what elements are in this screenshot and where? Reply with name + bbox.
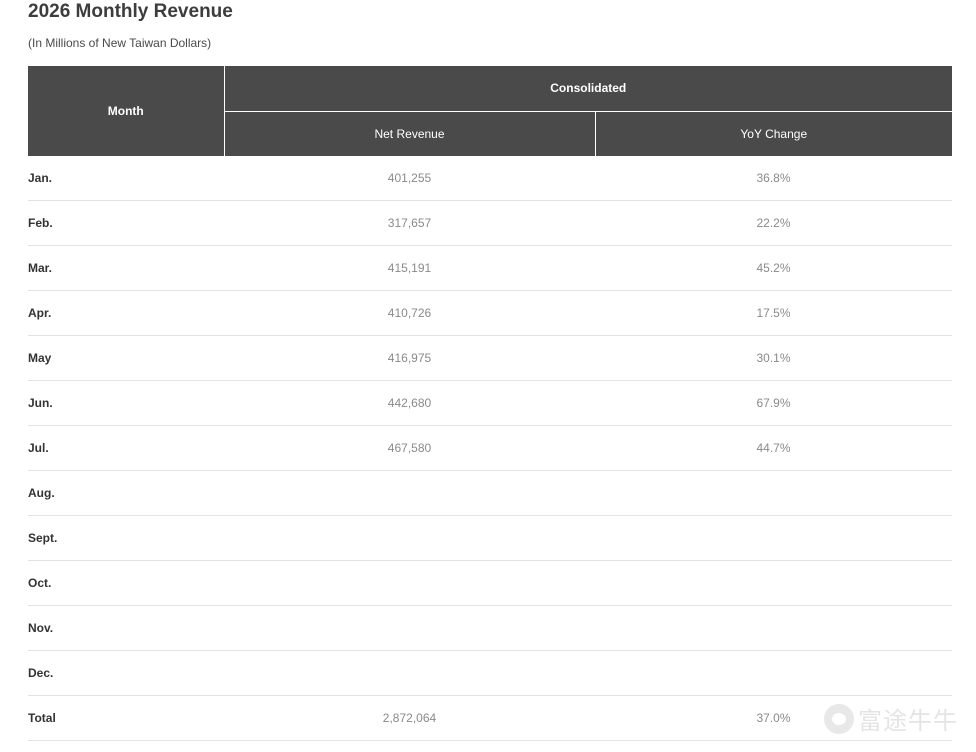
yoy-change-cell	[595, 470, 953, 516]
month-cell: Dec.	[28, 650, 224, 696]
yoy-change-cell: 45.2%	[595, 245, 953, 291]
yoy-change-cell	[595, 650, 953, 696]
net-revenue-cell: 317,657	[224, 200, 595, 246]
yoy-change-cell: 22.2%	[595, 200, 953, 246]
month-cell: May	[28, 335, 224, 381]
table-row: Oct.	[28, 560, 953, 606]
total-net-revenue: 2,872,064	[224, 695, 595, 741]
yoy-change-cell	[595, 605, 953, 651]
consolidated-group-header: Consolidated	[224, 66, 953, 112]
net-revenue-cell	[224, 650, 595, 696]
futu-logo-icon	[824, 703, 854, 734]
watermark-text: 富途牛牛	[858, 707, 958, 735]
net-revenue-cell	[224, 470, 595, 516]
table-row: Feb. 317,657 22.2%	[28, 200, 953, 246]
month-cell: Jun.	[28, 380, 224, 426]
month-column-header: Month	[28, 66, 225, 156]
net-revenue-cell: 415,191	[224, 245, 595, 291]
month-cell: Jan.	[28, 156, 224, 201]
month-cell: Apr.	[28, 290, 224, 336]
net-revenue-cell: 442,680	[224, 380, 595, 426]
month-cell: Oct.	[28, 560, 224, 606]
yoy-change-cell: 36.8%	[595, 156, 953, 201]
table-row: Jul. 467,580 44.7%	[28, 425, 953, 471]
watermark: 富途牛牛	[824, 701, 958, 736]
month-cell: Feb.	[28, 200, 224, 246]
net-revenue-cell: 410,726	[224, 290, 595, 336]
yoy-change-cell	[595, 515, 953, 561]
page-subtitle: (In Millions of New Taiwan Dollars)	[28, 36, 212, 50]
revenue-table: Month Consolidated Net Revenue YoY Chang…	[28, 66, 953, 741]
net-revenue-column-header: Net Revenue	[224, 111, 596, 156]
table-row: Aug.	[28, 470, 953, 516]
yoy-change-cell: 44.7%	[595, 425, 953, 471]
table-row: Nov.	[28, 605, 953, 651]
net-revenue-cell	[224, 605, 595, 651]
month-cell: Mar.	[28, 245, 224, 291]
month-cell: Sept.	[28, 515, 224, 561]
yoy-change-cell: 67.9%	[595, 380, 953, 426]
table-row: Apr. 410,726 17.5%	[28, 290, 953, 336]
table-row: Dec.	[28, 650, 953, 696]
net-revenue-cell: 401,255	[224, 156, 595, 201]
total-label: Total	[28, 695, 224, 741]
net-revenue-cell	[224, 515, 595, 561]
table-row: Jun. 442,680 67.9%	[28, 380, 953, 426]
yoy-change-column-header: YoY Change	[595, 111, 953, 156]
yoy-change-cell	[595, 560, 953, 606]
month-cell: Aug.	[28, 470, 224, 516]
page-title: 2026 Monthly Revenue	[28, 1, 233, 22]
month-cell: Nov.	[28, 605, 224, 651]
table-row: Sept.	[28, 515, 953, 561]
month-cell: Jul.	[28, 425, 224, 471]
yoy-change-cell: 17.5%	[595, 290, 953, 336]
table-row: Mar. 415,191 45.2%	[28, 245, 953, 291]
total-row: Total 2,872,064 37.0%	[28, 695, 953, 741]
table-row: Jan. 401,255 36.8%	[28, 156, 953, 201]
net-revenue-cell: 416,975	[224, 335, 595, 381]
net-revenue-cell	[224, 560, 595, 606]
table-row: May 416,975 30.1%	[28, 335, 953, 381]
yoy-change-cell: 30.1%	[595, 335, 953, 381]
net-revenue-cell: 467,580	[224, 425, 595, 471]
